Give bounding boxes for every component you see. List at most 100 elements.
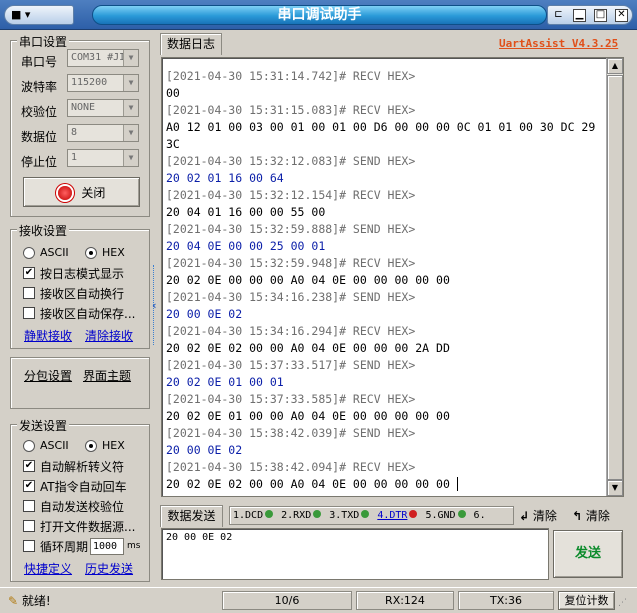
log-entry-data: 20 02 0E 01 00 01 bbox=[166, 375, 284, 389]
auto-save-label: 接收区自动保存... bbox=[40, 307, 136, 321]
log-mode-checkbox[interactable]: ✔ bbox=[23, 267, 35, 279]
receive-log-text: [2021-04-30 15:31:14.742]# RECV HEX> 00 [2… bbox=[166, 68, 602, 493]
window-title: 串口调试助手 bbox=[92, 5, 547, 25]
baud-select[interactable]: 115200 ▼ bbox=[67, 74, 139, 92]
pin-4[interactable]: 4.DTR bbox=[377, 510, 419, 521]
port-select[interactable]: COM31 #JI ▼ bbox=[67, 49, 139, 67]
silent-receive-link[interactable]: 静默接收 bbox=[24, 327, 72, 344]
version-link[interactable]: UartAssist V4.3.25 bbox=[499, 37, 618, 50]
history-link[interactable]: 历史发送 bbox=[85, 560, 133, 577]
pin-5[interactable]: 5.GND bbox=[425, 510, 467, 521]
status-rx: RX:124 bbox=[356, 591, 454, 610]
log-entry-data: 20 02 0E 02 00 00 A0 04 0E 00 00 00 2A D… bbox=[166, 341, 450, 355]
pin-icon[interactable]: ⊏ bbox=[552, 9, 565, 22]
window-menu-button[interactable]: ■ ▾ bbox=[4, 5, 74, 25]
pin-led-icon bbox=[409, 510, 418, 518]
log-entry-header: [2021-04-30 15:31:14.742]# RECV HEX> bbox=[166, 69, 416, 83]
log-entry-header: [2021-04-30 15:32:12.083]# SEND HEX> bbox=[166, 154, 416, 168]
chevron-down-icon: ▼ bbox=[123, 75, 138, 91]
receive-settings-title: 接收设置 bbox=[17, 222, 70, 239]
window-menu-icon: ■ ▾ bbox=[11, 8, 31, 21]
resize-grip-icon[interactable]: ⋰ bbox=[618, 598, 627, 608]
scroll-down-icon[interactable]: ▼ bbox=[607, 480, 623, 496]
recv-ascii-label: ASCII bbox=[40, 246, 69, 259]
at-newline-checkbox[interactable]: ✔ bbox=[23, 480, 35, 492]
receive-log[interactable]: [2021-04-30 15:31:14.742]# RECV HEX> 00 [2… bbox=[161, 57, 624, 497]
loop-label: 循环周期 bbox=[40, 540, 89, 554]
clear-send-button[interactable]: ↰ 清除 bbox=[572, 507, 610, 524]
open-file-label: 打开文件数据源... bbox=[40, 520, 136, 534]
log-entry-header: [2021-04-30 15:38:42.039]# SEND HEX> bbox=[166, 426, 416, 440]
packet-settings-link[interactable]: 分包设置 bbox=[24, 367, 72, 384]
pin-status-bar: 1.DCD 2.RXD 3.TXD 4.DTR 5.GND 6. bbox=[229, 506, 514, 525]
log-entry-data: 20 02 0E 01 00 00 A0 04 0E 00 00 00 00 0… bbox=[166, 409, 450, 423]
loop-unit-label: ms bbox=[127, 541, 141, 551]
status-count: 10/6 bbox=[222, 591, 352, 610]
pin-1[interactable]: 1.DCD bbox=[233, 510, 275, 521]
auto-wrap-checkbox[interactable] bbox=[23, 287, 35, 299]
pin-led-icon bbox=[361, 510, 370, 518]
log-entry-data: 20 02 0E 02 00 00 A0 04 0E 00 00 00 00 0… bbox=[166, 477, 458, 491]
log-entry-data: 00 bbox=[166, 86, 180, 100]
send-ascii-radio[interactable] bbox=[23, 440, 35, 452]
pin-led-icon bbox=[313, 510, 322, 518]
log-entry-data: 20 02 01 16 00 64 bbox=[166, 171, 284, 185]
loop-period-input[interactable]: 1000 bbox=[90, 538, 124, 555]
recv-ascii-radio[interactable] bbox=[23, 247, 35, 259]
auto-escape-label: 自动解析转义符 bbox=[40, 460, 125, 474]
pin-3[interactable]: 3.TXD bbox=[329, 510, 371, 521]
clear-receive-button[interactable]: ↲ 清除 bbox=[519, 507, 557, 524]
log-entry-header: [2021-04-30 15:34:16.294]# RECV HEX> bbox=[166, 324, 416, 338]
reset-count-button[interactable]: 复位计数 bbox=[558, 591, 615, 610]
clear-receive-link[interactable]: 清除接收 bbox=[85, 327, 133, 344]
scroll-up-icon[interactable]: ▲ bbox=[607, 58, 623, 74]
status-tx: TX:36 bbox=[458, 591, 554, 610]
open-file-checkbox[interactable] bbox=[23, 520, 35, 532]
close-port-button[interactable]: 关闭 bbox=[23, 177, 140, 207]
pin-led-icon bbox=[265, 510, 274, 518]
send-ascii-label: ASCII bbox=[40, 439, 69, 452]
shortcut-link[interactable]: 快捷定义 bbox=[24, 560, 72, 577]
auto-checksum-checkbox[interactable] bbox=[23, 500, 35, 512]
auto-checksum-label: 自动发送校验位 bbox=[40, 500, 125, 514]
tab-data-send[interactable]: 数据发送 bbox=[160, 505, 223, 527]
maximize-button[interactable]: □ bbox=[594, 8, 607, 22]
scroll-thumb[interactable] bbox=[607, 75, 623, 480]
send-settings-title: 发送设置 bbox=[17, 417, 70, 434]
status-ready: ✎ 就绪! bbox=[8, 594, 51, 608]
log-mode-label: 按日志模式显示 bbox=[40, 267, 125, 281]
close-window-button[interactable]: ✕ bbox=[615, 8, 628, 22]
minimize-button[interactable]: ▁ bbox=[573, 8, 586, 22]
stopbits-select[interactable]: 1 ▼ bbox=[67, 149, 139, 167]
databits-select[interactable]: 8 ▼ bbox=[67, 124, 139, 142]
chevron-down-icon: ▼ bbox=[123, 125, 138, 141]
send-button[interactable]: 发送 bbox=[553, 530, 623, 578]
serial-settings-title: 串口设置 bbox=[17, 33, 70, 50]
auto-save-checkbox[interactable] bbox=[23, 307, 35, 319]
auto-escape-checkbox[interactable]: ✔ bbox=[23, 460, 35, 472]
log-entry-data: 20 02 0E 00 00 00 A0 04 0E 00 00 00 00 0… bbox=[166, 273, 450, 287]
panel-splitter[interactable]: ‹ bbox=[151, 265, 159, 345]
pin-2[interactable]: 2.RXD bbox=[281, 510, 323, 521]
text-cursor bbox=[456, 477, 458, 491]
log-entry-data: 20 00 0E 02 bbox=[166, 307, 243, 321]
pin-6[interactable]: 6. bbox=[474, 510, 486, 521]
auto-wrap-label: 接收区自动换行 bbox=[40, 287, 125, 301]
chevron-down-icon: ▼ bbox=[123, 150, 138, 166]
loop-checkbox[interactable] bbox=[23, 540, 35, 552]
recv-hex-radio[interactable] bbox=[85, 247, 97, 259]
send-hex-radio[interactable] bbox=[85, 440, 97, 452]
send-input[interactable]: 20 00 0E 02 bbox=[161, 528, 549, 580]
parity-label: 校验位 bbox=[21, 105, 58, 119]
clear-arrow-icon: ↲ bbox=[519, 509, 530, 523]
log-entry-header: [2021-04-30 15:31:15.083]# RECV HEX> bbox=[166, 103, 416, 117]
pin-led-icon bbox=[457, 510, 466, 518]
log-entry-header: [2021-04-30 15:32:59.948]# RECV HEX> bbox=[166, 256, 416, 270]
log-entry-header: [2021-04-30 15:37:33.585]# RECV HEX> bbox=[166, 392, 416, 406]
parity-select[interactable]: NONE ▼ bbox=[67, 99, 139, 117]
recv-hex-label: HEX bbox=[102, 246, 125, 259]
log-scrollbar[interactable]: ▲ ▼ bbox=[606, 58, 623, 496]
theme-link[interactable]: 界面主题 bbox=[83, 367, 131, 384]
tab-data-log[interactable]: 数据日志 bbox=[160, 33, 222, 55]
clear-up-icon: ↰ bbox=[572, 509, 583, 523]
